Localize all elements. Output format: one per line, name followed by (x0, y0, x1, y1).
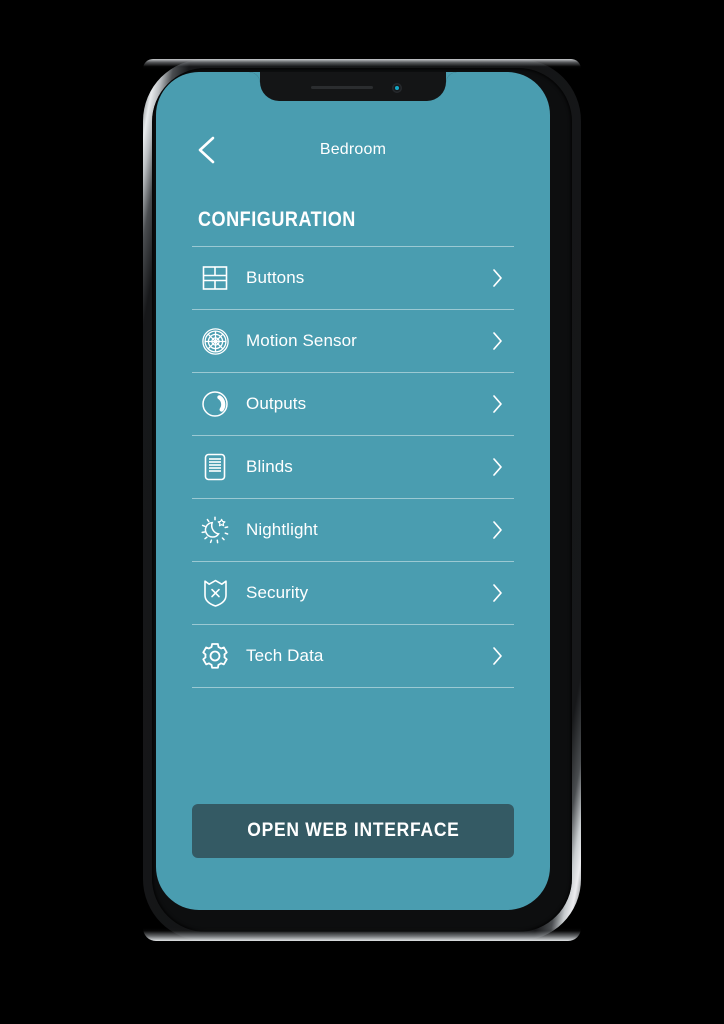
navigation-bar: Bedroom (156, 122, 550, 178)
open-web-interface-label: OPEN WEB INTERFACE (246, 820, 460, 841)
motion-sensor-icon (198, 324, 232, 358)
chevron-right-icon (488, 395, 506, 413)
chevron-right-icon (488, 584, 506, 602)
buttons-grid-icon (198, 261, 232, 295)
list-item-label: Motion Sensor (246, 331, 357, 350)
list-item-nightlight[interactable]: Nightlight (192, 499, 514, 562)
device-notch (249, 72, 457, 101)
section-title: CONFIGURATION (198, 208, 356, 231)
phone-screen: Bedroom CONFIGURATION Buttons Motion Sen… (156, 72, 550, 910)
security-shield-icon (198, 576, 232, 610)
list-item-security[interactable]: Security (192, 562, 514, 625)
earpiece-speaker-icon (311, 85, 373, 89)
chevron-right-icon (488, 332, 506, 350)
gear-icon (198, 639, 232, 673)
list-item-tech-data[interactable]: Tech Data (192, 625, 514, 688)
list-item-motion-sensor[interactable]: Motion Sensor (192, 310, 514, 373)
chevron-right-icon (488, 269, 506, 287)
page-title: Bedroom (319, 141, 387, 158)
phone-mockup: Bedroom CONFIGURATION Buttons Motion Sen… (143, 59, 581, 941)
cta-container: OPEN WEB INTERFACE (156, 804, 550, 910)
list-item-outputs[interactable]: Outputs (192, 373, 514, 436)
list-item-label: Buttons (246, 268, 305, 287)
open-web-interface-button[interactable]: OPEN WEB INTERFACE (192, 804, 514, 858)
front-camera-icon (392, 83, 402, 93)
screenshot-canvas: Bedroom CONFIGURATION Buttons Motion Sen… (0, 0, 724, 1024)
chevron-right-icon (488, 521, 506, 539)
chevron-right-icon (488, 458, 506, 476)
list-item-label: Blinds (246, 457, 293, 476)
list-item-label: Security (246, 583, 309, 602)
blinds-icon (198, 450, 232, 484)
nightlight-icon (198, 513, 232, 547)
chevron-right-icon (488, 647, 506, 665)
list-item-label: Outputs (246, 394, 307, 413)
app-root: Bedroom CONFIGURATION Buttons Motion Sen… (156, 72, 550, 910)
list-item-buttons[interactable]: Buttons (192, 246, 514, 310)
configuration-list: Buttons Motion Sensor Outputs Blinds Nig… (192, 246, 514, 688)
outputs-dial-icon (198, 387, 232, 421)
list-item-label: Tech Data (246, 646, 324, 665)
camera-iris (395, 86, 399, 90)
list-item-label: Nightlight (246, 520, 318, 539)
list-item-blinds[interactable]: Blinds (192, 436, 514, 499)
